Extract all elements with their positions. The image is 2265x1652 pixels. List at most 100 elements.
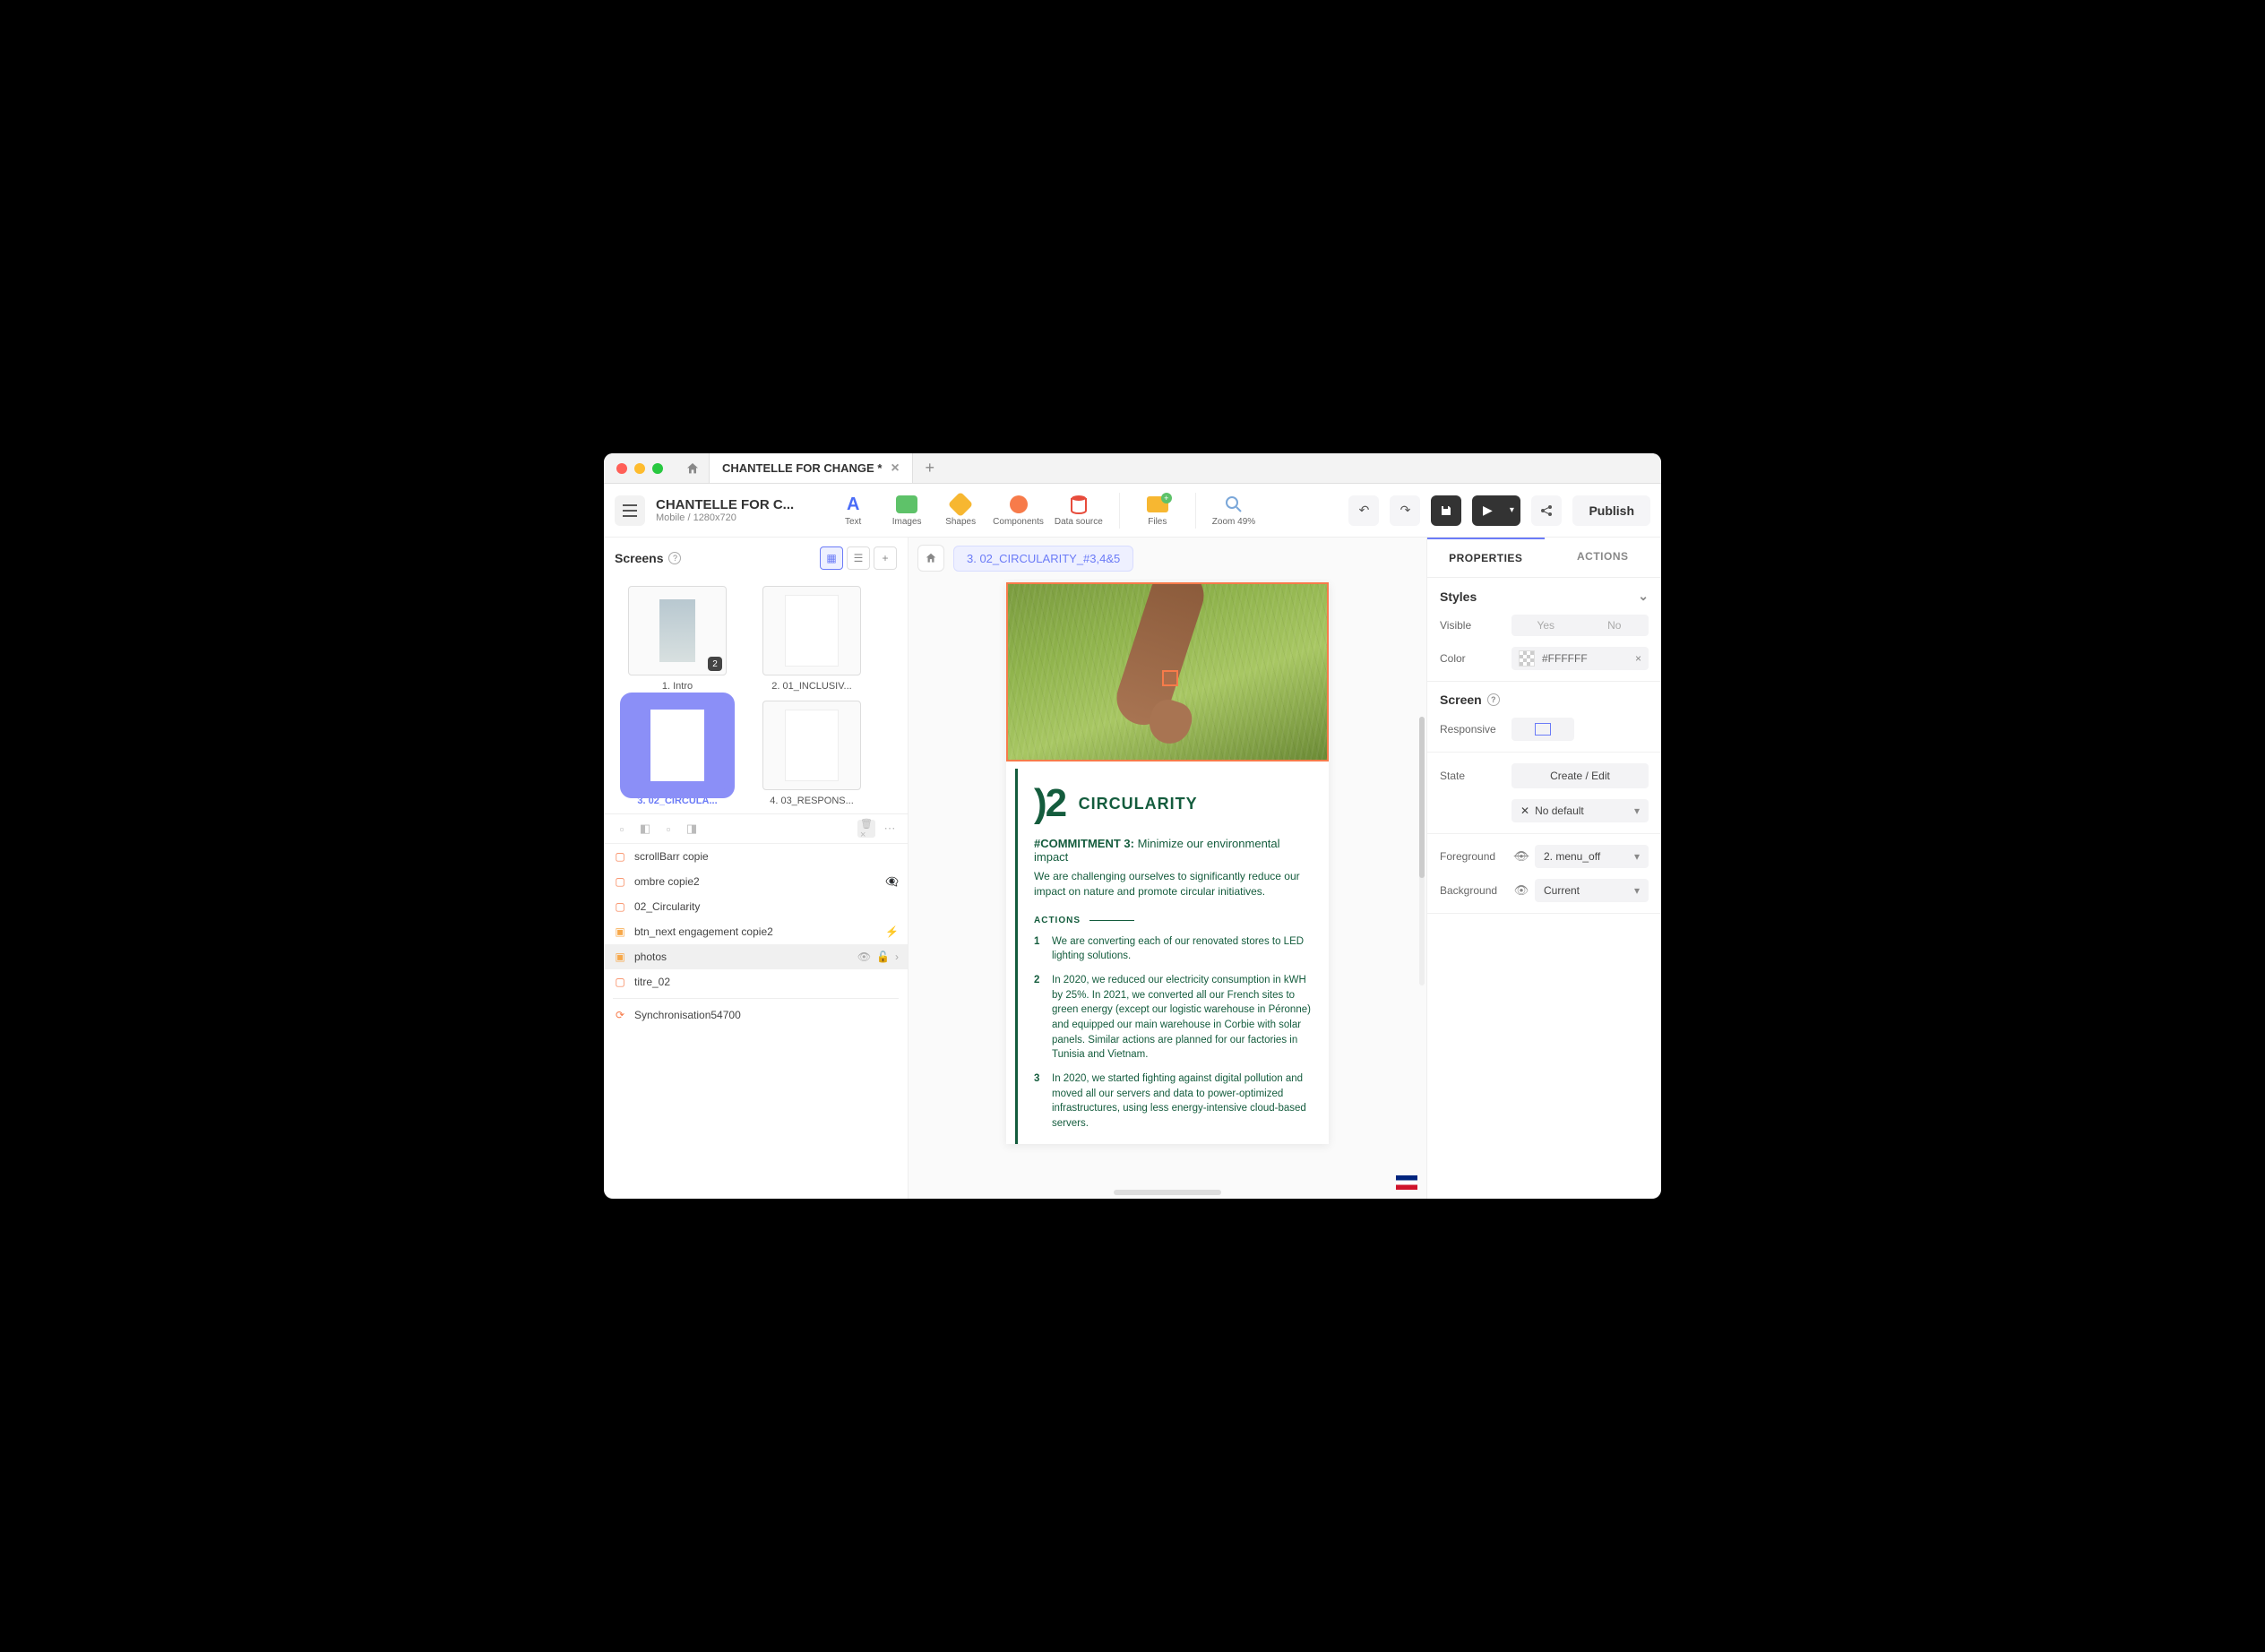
tool-text-label: Text bbox=[845, 517, 861, 527]
tab-bar: CHANTELLE FOR CHANGE * × + bbox=[676, 453, 947, 483]
left-panel: Screens ? ▦ ☰ + 2 1. Intro 2. 01_INCLUSI… bbox=[604, 538, 909, 1199]
close-tab-icon[interactable]: × bbox=[891, 460, 899, 477]
screen-thumb-4[interactable]: 4. 03_RESPONS... bbox=[749, 701, 874, 806]
tool-files[interactable]: Files bbox=[1136, 494, 1179, 527]
tab-properties[interactable]: PROPERTIES bbox=[1427, 538, 1545, 577]
add-screen-button[interactable]: + bbox=[874, 546, 897, 570]
breadcrumb[interactable]: 3. 02_CIRCULARITY_#3,4&5 bbox=[953, 546, 1133, 572]
background-select[interactable]: Current ▾ bbox=[1535, 879, 1649, 902]
layer-item[interactable]: ▢scrollBarr copie bbox=[604, 844, 908, 869]
tool-zoom[interactable]: Zoom 49% bbox=[1212, 494, 1255, 527]
tool-datasource-label: Data source bbox=[1055, 517, 1103, 527]
hidden-icon: 👁‍🗨 bbox=[885, 875, 899, 888]
add-tab-button[interactable]: + bbox=[913, 459, 947, 478]
canvas[interactable]: 3. 02_CIRCULARITY_#3,4&5 )2 CIRCULARITY bbox=[909, 538, 1426, 1199]
eye-off-icon[interactable]: 👁 bbox=[1511, 847, 1531, 866]
commitment-label: #COMMITMENT 3: bbox=[1034, 837, 1134, 850]
help-icon[interactable]: ? bbox=[668, 552, 681, 564]
lock-icon[interactable]: 🔓 bbox=[876, 951, 890, 963]
device-frame[interactable]: )2 CIRCULARITY #COMMITMENT 3: Minimize o… bbox=[1006, 582, 1329, 1144]
styles-header[interactable]: Styles ⌄ bbox=[1440, 589, 1649, 604]
tool-components[interactable]: Components bbox=[993, 494, 1044, 527]
layer-name: ombre copie2 bbox=[634, 875, 700, 888]
layer-type-icon: ▢ bbox=[613, 874, 627, 889]
layer-item[interactable]: ▢titre_02 bbox=[604, 969, 908, 994]
help-icon[interactable]: ? bbox=[1487, 693, 1500, 706]
project-title-block: CHANTELLE FOR C... Mobile / 1280x720 bbox=[656, 497, 794, 523]
tool-files-label: Files bbox=[1148, 517, 1167, 527]
chevron-down-icon: ⌄ bbox=[1638, 589, 1649, 604]
layer-item[interactable]: ▣btn_next engagement copie2⚡ bbox=[604, 919, 908, 944]
state-section: State Create / Edit ✕ No default ▾ bbox=[1427, 753, 1661, 834]
screen-thumb-3[interactable]: 3. 02_CIRCULA... bbox=[615, 701, 740, 806]
layer-item[interactable]: ▣photos👁🔓› bbox=[604, 944, 908, 969]
language-flag-icon[interactable] bbox=[1396, 1175, 1417, 1190]
vertical-scrollbar[interactable] bbox=[1419, 717, 1425, 985]
tool-shapes[interactable]: Shapes bbox=[939, 494, 982, 527]
default-state-select[interactable]: ✕ No default ▾ bbox=[1511, 799, 1649, 822]
screen-thumb-2[interactable]: 2. 01_INCLUSIV... bbox=[749, 586, 874, 692]
undo-button[interactable]: ↶ bbox=[1348, 495, 1379, 526]
action-text: We are converting each of our renovated … bbox=[1052, 934, 1313, 964]
share-button[interactable] bbox=[1531, 495, 1562, 526]
tab-actions[interactable]: ACTIONS bbox=[1545, 538, 1662, 577]
fg-bg-section: Foreground 👁 2. menu_off ▾ Background 👁 … bbox=[1427, 834, 1661, 914]
layer-tool-icon[interactable]: ◧ bbox=[636, 820, 654, 838]
grid-view-button[interactable]: ▦ bbox=[820, 546, 843, 570]
home-tab-button[interactable] bbox=[676, 453, 710, 483]
minimize-window[interactable] bbox=[634, 463, 645, 474]
layer-item[interactable]: ▢ ombre copie2 👁‍🗨 bbox=[604, 869, 908, 894]
layer-more-icon[interactable]: ⋯ bbox=[881, 820, 899, 838]
tool-components-label: Components bbox=[993, 517, 1044, 527]
screen-thumb-1[interactable]: 2 1. Intro bbox=[615, 586, 740, 692]
right-panel: PROPERTIES ACTIONS Styles ⌄ Visible Yes … bbox=[1426, 538, 1661, 1199]
color-input[interactable]: #FFFFFF × bbox=[1511, 647, 1649, 670]
screen-name: 1. Intro bbox=[662, 681, 693, 692]
eye-icon[interactable]: 👁 bbox=[857, 951, 871, 963]
chevron-down-icon: ▾ bbox=[1634, 850, 1640, 863]
hero-image-selected[interactable] bbox=[1006, 582, 1329, 761]
layer-tool-icon[interactable]: ◨ bbox=[683, 820, 701, 838]
layer-item[interactable]: ⟳Synchronisation54700 bbox=[604, 1002, 908, 1028]
canvas-home-button[interactable] bbox=[917, 545, 944, 572]
layer-name: Synchronisation54700 bbox=[634, 1009, 741, 1021]
no-default-icon: ✕ bbox=[1520, 804, 1529, 817]
tool-images[interactable]: Images bbox=[885, 494, 928, 527]
chevron-down-icon: ▾ bbox=[1634, 884, 1640, 897]
layer-tool-icon[interactable]: ▫ bbox=[659, 820, 677, 838]
play-button[interactable]: ▶ bbox=[1472, 495, 1503, 526]
save-button[interactable] bbox=[1431, 495, 1461, 526]
delete-layer-button[interactable]: 🗑 × bbox=[857, 820, 875, 838]
close-window[interactable] bbox=[616, 463, 627, 474]
play-dropdown[interactable]: ▾ bbox=[1503, 495, 1520, 526]
clear-color-icon[interactable]: × bbox=[1635, 652, 1641, 665]
screen-section: Screen ? Responsive bbox=[1427, 682, 1661, 753]
responsive-toggle[interactable] bbox=[1511, 718, 1574, 741]
section-number: )2 bbox=[1034, 781, 1065, 826]
tool-datasource[interactable]: Data source bbox=[1055, 494, 1103, 527]
foreground-label: Foreground bbox=[1440, 850, 1511, 863]
tool-text[interactable]: AText bbox=[831, 494, 874, 527]
chevron-right-icon[interactable]: › bbox=[895, 951, 899, 963]
action-item: 2In 2020, we reduced our electricity con… bbox=[1034, 973, 1313, 1063]
maximize-window[interactable] bbox=[652, 463, 663, 474]
titlebar: CHANTELLE FOR CHANGE * × + bbox=[604, 453, 1661, 484]
layer-name: 02_Circularity bbox=[634, 900, 700, 913]
menu-button[interactable] bbox=[615, 495, 645, 526]
actions-label: ACTIONS bbox=[1034, 916, 1081, 925]
visible-toggle[interactable]: Yes No bbox=[1511, 615, 1649, 636]
horizontal-scrollbar[interactable] bbox=[1114, 1190, 1221, 1195]
selection-handle-icon[interactable] bbox=[1162, 670, 1178, 686]
foreground-select[interactable]: 2. menu_off ▾ bbox=[1535, 845, 1649, 868]
create-edit-button[interactable]: Create / Edit bbox=[1511, 763, 1649, 788]
redo-button[interactable]: ↷ bbox=[1390, 495, 1420, 526]
background-label: Background bbox=[1440, 884, 1511, 897]
eye-icon[interactable]: 👁 bbox=[1511, 881, 1531, 900]
tool-images-label: Images bbox=[892, 517, 922, 527]
layer-item[interactable]: ▢ 02_Circularity bbox=[604, 894, 908, 919]
list-view-button[interactable]: ☰ bbox=[847, 546, 870, 570]
project-tab[interactable]: CHANTELLE FOR CHANGE * × bbox=[710, 453, 913, 483]
publish-button[interactable]: Publish bbox=[1572, 495, 1650, 526]
layer-type-icon: ▢ bbox=[613, 899, 627, 914]
layer-tool-icon[interactable]: ▫ bbox=[613, 820, 631, 838]
